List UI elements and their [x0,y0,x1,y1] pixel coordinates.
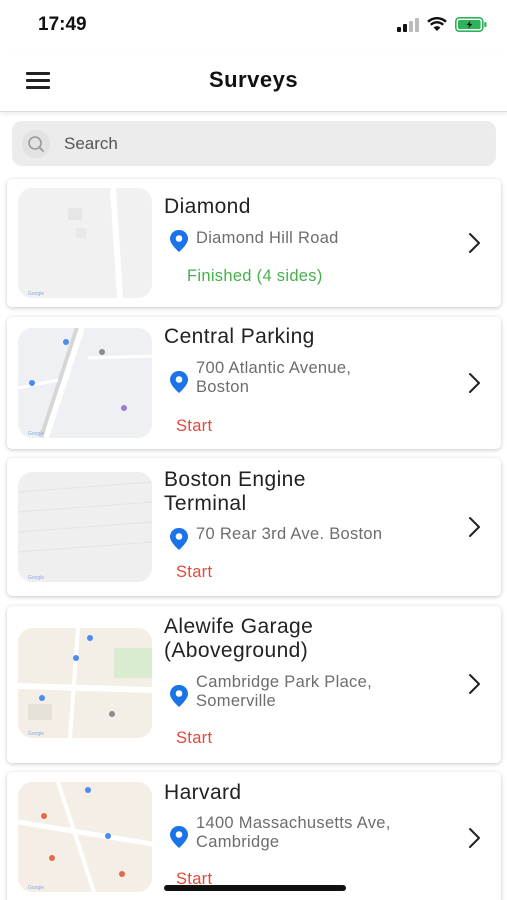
survey-name: Central Parking [164,325,315,348]
survey-address: 1400 Massachusetts Ave, Cambridge [196,814,391,851]
svg-text:Google: Google [28,291,44,297]
svg-text:Google: Google [28,731,44,737]
svg-text:Google: Google [28,885,44,891]
survey-card[interactable]: Google Diamond Diamond Hill Road Finishe… [7,179,501,307]
map-thumbnail: Google [18,472,152,582]
location-pin-icon [170,826,188,848]
survey-status: Start [176,563,213,581]
survey-card[interactable]: Google Boston Engine Terminal 70 Rear 3r… [7,458,501,596]
chevron-right-icon [469,233,480,253]
survey-name: Boston Engine Terminal [164,468,306,515]
location-pin-icon [170,371,188,393]
svg-text:Google: Google [28,575,44,581]
survey-address: Cambridge Park Place, Somerville [196,673,372,710]
survey-address: Diamond Hill Road [196,229,339,247]
location-pin-icon [170,528,188,550]
location-pin-icon [170,685,188,707]
map-thumbnail: Google [18,782,152,892]
status-bar: 17:49 [0,0,507,50]
status-time: 17:49 [38,14,87,35]
svg-text:Google: Google [28,431,44,437]
chevron-right-icon [469,828,480,848]
battery-icon [455,17,487,32]
wifi-icon [427,17,447,31]
survey-status: Start [176,729,213,747]
search-bar[interactable] [12,121,496,166]
signal-icon [397,17,419,32]
survey-card[interactable]: Google Alewife Garage (Aboveground) Camb… [7,606,501,763]
map-thumbnail: Google [18,188,152,298]
chevron-right-icon [469,517,480,537]
survey-status: Finished (4 sides) [187,267,323,285]
home-indicator [164,885,346,891]
survey-name: Harvard [164,781,242,804]
survey-name: Diamond [164,195,251,218]
location-pin-icon [170,230,188,252]
map-thumbnail: Google [18,328,152,438]
page-title: Surveys [208,67,299,92]
survey-card[interactable]: Google Harvard 1400 Massachusetts Ave, C… [7,772,501,900]
search-input[interactable] [64,121,484,166]
survey-address: 700 Atlantic Avenue, Boston [196,359,352,396]
survey-status: Start [176,417,213,435]
survey-address: 70 Rear 3rd Ave. Boston [196,525,383,543]
survey-card[interactable]: Google Central Parking 700 Atlantic Aven… [7,317,501,449]
chevron-right-icon [469,674,480,694]
chevron-right-icon [469,373,480,393]
search-icon [22,130,50,158]
status-icons [397,17,487,32]
survey-name: Alewife Garage (Aboveground) [164,615,314,662]
map-thumbnail: Google [18,628,152,738]
nav-bar: Surveys [0,50,507,112]
